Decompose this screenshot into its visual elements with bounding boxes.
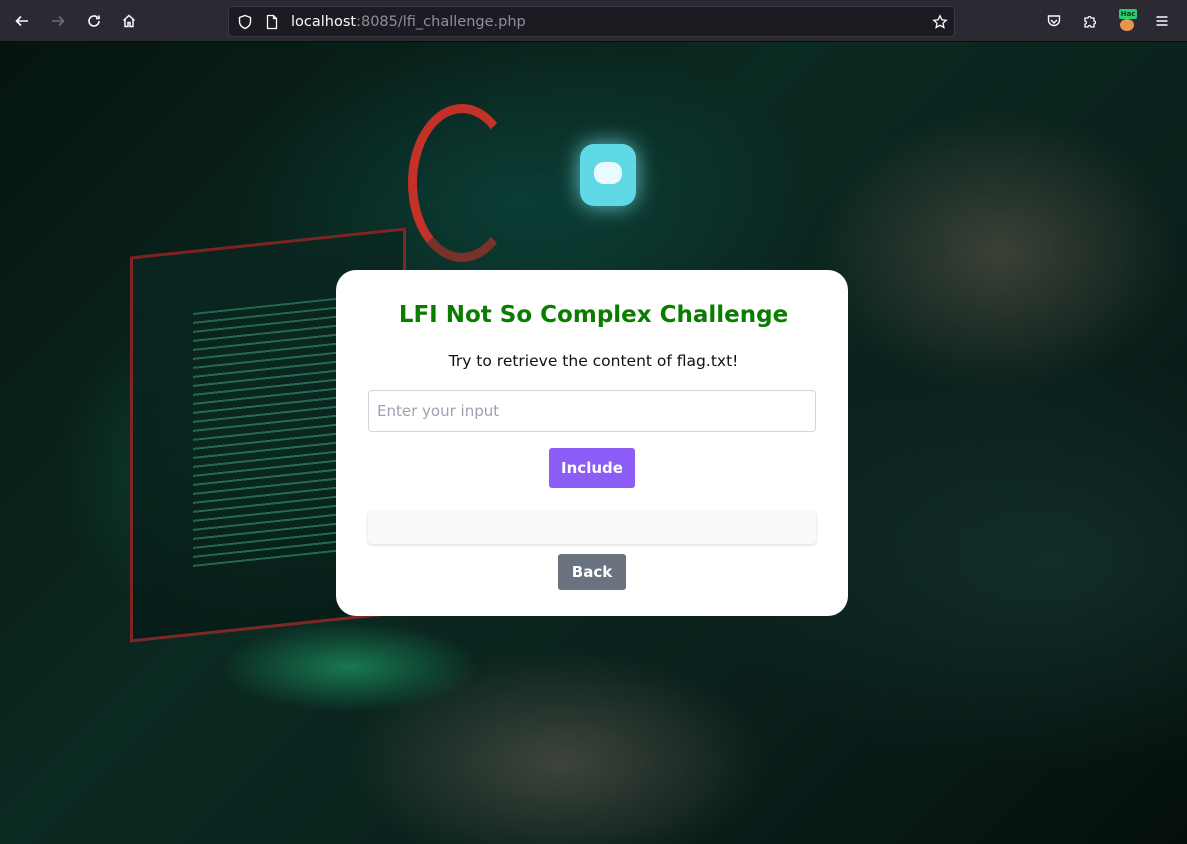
menu-button[interactable] (1148, 7, 1176, 35)
background-keyboard-glow (220, 622, 480, 712)
extension-icon (1120, 19, 1134, 31)
background-red-ring (408, 104, 516, 262)
result-output (368, 511, 816, 544)
hackbar-extension-button[interactable]: Hac (1117, 9, 1137, 31)
hamburger-icon (1156, 16, 1168, 26)
challenge-description: Try to retrieve the content of flag.txt! (448, 352, 739, 370)
pocket-icon (1047, 15, 1061, 27)
back-button[interactable]: Back (558, 554, 626, 590)
include-button[interactable]: Include (549, 448, 635, 488)
pocket-button[interactable] (1040, 7, 1068, 35)
extensions-button[interactable] (1076, 7, 1104, 35)
reload-button[interactable] (80, 7, 108, 35)
star-icon[interactable] (932, 14, 948, 30)
browser-toolbar: localhost:8085/lfi_challenge.php Hac (0, 0, 1187, 42)
url-host: localhost (291, 14, 357, 30)
extension-badge-label: Hac (1119, 9, 1137, 19)
home-button[interactable] (115, 7, 143, 35)
home-icon (122, 14, 136, 28)
reload-icon (88, 15, 100, 27)
url-text[interactable]: localhost:8085/lfi_challenge.php (291, 14, 526, 30)
url-bar[interactable]: localhost:8085/lfi_challenge.php (228, 6, 955, 37)
background-cloud-icon (580, 144, 636, 206)
file-input[interactable] (368, 390, 816, 432)
page-title: LFI Not So Complex Challenge (398, 302, 789, 328)
back-nav-button[interactable] (8, 7, 36, 35)
background-code-lines (193, 297, 343, 573)
url-path: :8085/lfi_challenge.php (356, 14, 526, 30)
arrow-left-icon (15, 15, 28, 27)
arrow-right-icon (52, 15, 65, 27)
shield-icon[interactable] (237, 14, 253, 30)
puzzle-icon (1084, 15, 1097, 28)
forward-nav-button[interactable] (44, 7, 72, 35)
page-icon[interactable] (264, 14, 280, 30)
